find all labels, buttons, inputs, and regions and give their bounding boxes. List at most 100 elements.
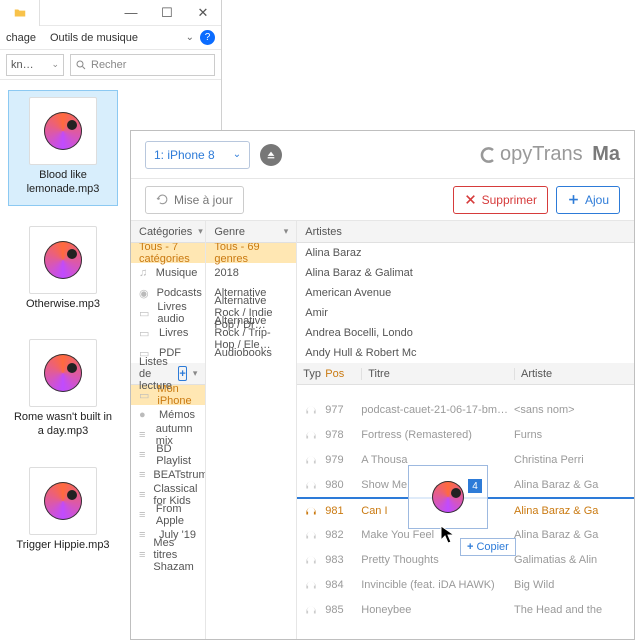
headphones-icon [297,453,325,467]
refresh-icon [156,193,169,206]
music-file-icon [44,482,82,520]
eject-button[interactable] [260,144,282,166]
ribbon-tab-affichage[interactable]: chage [6,32,36,44]
track-row[interactable]: 984Invincible (feat. iDA HAWK)Big Wild [297,572,634,597]
explorer-address-row: kn… ⌄ Recher [0,50,221,80]
category-row[interactable]: ▭Livres audio [131,303,205,323]
chevron-down-icon[interactable]: ▾ [284,226,289,237]
file-item[interactable]: Trigger Hippie.mp3 [8,461,118,561]
category-icon: ◉ [139,287,149,300]
track-row[interactable]: 985HoneybeeThe Head and the [297,597,634,622]
genre-label: Alternative Rock / Trip-Hop / Ele… [214,315,288,351]
artist-row[interactable]: Amir [297,303,634,323]
genre-row-all[interactable]: Tous - 69 genres [206,243,296,263]
genre-row[interactable]: Alternative Rock / Trip-Hop / Ele… [206,323,296,343]
category-row-all[interactable]: Tous - 7 catégories [131,243,205,263]
ribbon-tab-outils[interactable]: Outils de musique [50,32,138,44]
track-row[interactable]: 977podcast-cauet-21-06-17-bm…<sans nom> [297,397,634,422]
refresh-label: Mise à jour [174,193,233,207]
artist-row[interactable]: Andrea Bocelli, Londo [297,323,634,343]
playlist-label: BEATstrumentals [153,469,206,481]
explorer-ribbon: chage Outils de musique ⌄ ? [0,26,221,50]
file-item[interactable]: Rome wasn't built in a day.mp3 [8,333,118,447]
track-pos: 979 [325,454,361,466]
music-file-icon [44,354,82,392]
headphones-icon [297,403,325,417]
chevron-down-icon[interactable]: ▾ [193,368,198,379]
explorer-search-input[interactable]: Recher [70,54,215,76]
genre-row[interactable]: 2018 [206,263,296,283]
headphones-icon [297,504,325,518]
chevron-down-icon: ⌄ [51,59,59,70]
track-row[interactable]: 981Can IAlina Baraz & Ga [297,497,634,522]
genre-label: Audiobooks [214,347,272,359]
address-text: kn… [11,59,34,71]
category-row[interactable]: ♫Musique [131,263,205,283]
track-artist: Galimatias & Alin [514,554,634,566]
tracks-body[interactable]: 977podcast-cauet-21-06-17-bm…<sans nom>9… [297,385,634,639]
help-icon[interactable]: ? [200,30,215,45]
add-playlist-button[interactable]: + [178,366,186,381]
playlist-row[interactable]: ≡Mes titres Shazam [131,545,205,565]
track-row[interactable]: 980Show MeAlina Baraz & Ga [297,472,634,497]
file-thumb [29,97,97,165]
add-button[interactable]: Ajou [556,186,620,214]
headphones-icon [297,528,325,542]
playlist-row[interactable]: ≡BEATstrumentals [131,465,205,485]
chevron-down-icon[interactable]: ▾ [198,226,203,237]
playlist-row[interactable]: ≡autumn mix [131,425,205,445]
delete-button[interactable]: Supprimer [453,186,548,214]
playlist-row[interactable]: ≡Classical for Kids [131,485,205,505]
playlist-row[interactable]: ≡From Apple [131,505,205,525]
explorer-folder-tab[interactable] [0,0,40,26]
maximize-button[interactable]: ☐ [149,0,185,26]
category-row[interactable]: ◉Podcasts [131,283,205,303]
artist-row[interactable]: Alina Baraz & Galimat [297,263,634,283]
file-thumb [29,467,97,535]
track-title: podcast-cauet-21-06-17-bm… [361,404,514,416]
artists-header: Artistes [297,221,634,243]
track-row[interactable]: 978Fortress (Remastered)Furns [297,422,634,447]
track-artist: Alina Baraz & Ga [514,529,634,541]
playlist-label: Mémos [159,409,195,421]
minimize-button[interactable]: — [113,0,149,26]
device-selector[interactable]: 1: iPhone 8 ⌄ [145,141,250,169]
col-pos[interactable]: Pos [325,368,361,380]
col-artiste[interactable]: Artiste [514,368,634,380]
playlist-row[interactable]: ≡BD Playlist [131,445,205,465]
artist-row[interactable]: Andy Hull & Robert Mc [297,343,634,363]
music-file-icon [44,241,82,279]
ribbon-chevron-icon[interactable]: ⌄ [186,32,194,43]
copytrans-window: 1: iPhone 8 ⌄ opyTrans Ma Mise à jour Su… [130,130,635,640]
track-title: Fortress (Remastered) [361,429,514,441]
playlist-row[interactable]: ● Mémos [131,405,205,425]
category-label: Livres audio [157,301,197,325]
address-bar[interactable]: kn… ⌄ [6,54,64,76]
plus-icon: + [467,541,473,553]
refresh-button[interactable]: Mise à jour [145,186,244,214]
track-pos: 985 [325,604,361,616]
close-button[interactable]: ✕ [185,0,221,26]
plus-icon [567,193,580,206]
artist-row[interactable]: Alina Baraz [297,243,634,263]
col-titre[interactable]: Titre [361,368,514,380]
category-label: Musique [156,267,198,279]
playlist-icon: ≡ [139,549,145,561]
track-title: Show Me [361,479,514,491]
headphones-icon [297,578,325,592]
col-type[interactable]: Typ [297,368,325,380]
playlists-header: Listes de lecture + ▾ [131,363,205,385]
playlist-label: From Apple [156,503,198,527]
track-row[interactable]: 979A ThousaChristina Perri [297,447,634,472]
chevron-down-icon: ⌄ [233,149,241,160]
headphones-icon [297,603,325,617]
track-pos: 978 [325,429,361,441]
file-item[interactable]: Otherwise.mp3 [8,220,118,320]
artist-row[interactable]: American Avenue [297,283,634,303]
track-title: Can I [361,505,514,517]
file-item[interactable]: Blood like lemonade.mp3 [8,90,118,206]
category-row[interactable]: ▭Livres [131,323,205,343]
playlist-icon: ● [139,409,151,421]
search-placeholder: Recher [91,59,126,71]
track-artist: Christina Perri [514,454,634,466]
